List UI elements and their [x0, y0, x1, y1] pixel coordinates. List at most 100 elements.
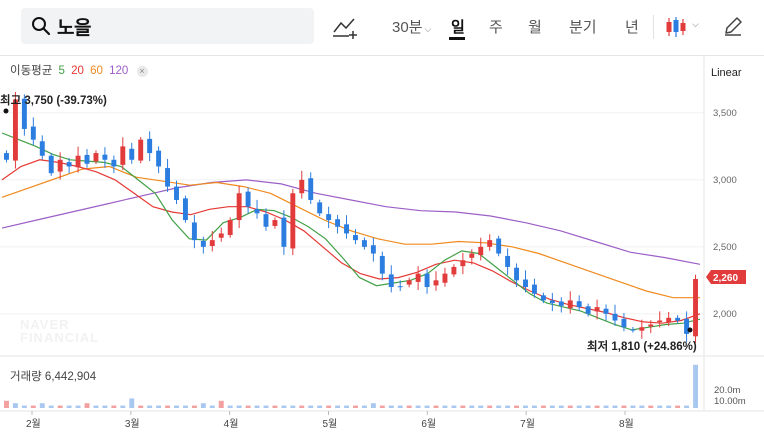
volume-bar [451, 405, 457, 408]
period-30min-label: 30분 [392, 19, 423, 36]
candle-body [630, 329, 636, 331]
volume-bar [209, 405, 215, 408]
volume-bar [263, 405, 269, 408]
period-30min[interactable]: 30분 ⌵ [392, 16, 431, 37]
candle-body [174, 186, 179, 200]
candle-body [585, 306, 591, 314]
volume-bar [30, 405, 36, 408]
volume-bar [147, 405, 153, 408]
price-axis: 3,500 3,000 2,500 2,000 [713, 108, 737, 320]
volume-bar [630, 405, 636, 408]
time-axis: 2월 3월 4월 5월 6월 7월 8월 [26, 411, 634, 430]
month-label: 6월 [421, 418, 436, 430]
volume-bar [245, 405, 251, 408]
pencil-icon[interactable] [722, 15, 744, 37]
volume-bar [156, 405, 162, 408]
volume-bar [120, 405, 126, 408]
candle-body [317, 202, 323, 214]
candle-body [66, 162, 72, 167]
candle-body [469, 253, 475, 258]
volume-bar [111, 405, 117, 408]
candle-body [272, 220, 278, 226]
candle-body [549, 300, 555, 304]
volume-bar [657, 405, 663, 408]
volume-bar [174, 405, 179, 408]
candle-body [675, 317, 681, 321]
volume-bar [594, 405, 600, 408]
volume-bar [218, 400, 224, 408]
current-price-tag: 2,260 [706, 270, 746, 284]
candle-body [442, 273, 448, 283]
volume-bar [567, 405, 573, 408]
candle-body [388, 274, 394, 288]
volume-bar [388, 405, 394, 408]
period-year[interactable]: 년 [625, 16, 639, 37]
candle-body [487, 240, 493, 247]
candle-body [245, 191, 251, 207]
candle-body [639, 327, 645, 331]
volume-bar [505, 405, 511, 408]
volume-bar [576, 405, 582, 408]
price-tick-label: 3,000 [713, 175, 737, 186]
candle-body [4, 153, 9, 160]
candle-body [57, 159, 63, 172]
candle-body [558, 301, 564, 306]
candle-body [621, 318, 627, 328]
high-marker [3, 108, 9, 114]
candle-body [138, 139, 144, 161]
volume-bar [281, 405, 287, 408]
candle-body [576, 301, 582, 308]
indicator-add-icon[interactable] [332, 14, 358, 40]
volume-bar [612, 405, 618, 408]
volume-axis-10m: 10.00m [714, 396, 746, 407]
volume-bar [675, 405, 681, 408]
candle-body [120, 146, 126, 165]
volume-bars [4, 364, 698, 408]
candlestick-icon[interactable] [664, 15, 688, 39]
candle-body [102, 154, 108, 160]
volume-bar [523, 405, 528, 408]
candle-body [612, 313, 618, 321]
high-annotation: 최고 3,750 (-39.73%) [0, 93, 107, 107]
search-box[interactable]: 노을 [21, 8, 314, 44]
chevron-down-icon: ⌵ [424, 24, 432, 34]
ma60-line [1, 165, 700, 299]
volume-bar [442, 405, 448, 408]
volume-bar [478, 405, 484, 408]
candle-body [75, 155, 81, 168]
volume-bar [648, 405, 654, 408]
volume-bar [102, 405, 108, 408]
month-label: 5월 [323, 418, 338, 430]
volume-bar [397, 405, 403, 408]
period-day[interactable]: 일 [451, 16, 465, 37]
candle-body [415, 273, 421, 282]
ma120-line [1, 179, 701, 265]
low-annotation: 최저 1,810 (+24.86%) [587, 339, 697, 353]
candle-body [281, 217, 287, 247]
volume-bar [317, 405, 323, 408]
search-query[interactable]: 노을 [57, 13, 91, 40]
volume-bar [433, 405, 439, 408]
price-chart[interactable]: 3,500 3,000 2,500 2,000 2월 3월 4월 5월 6월 7월 8월 최고 3… [0, 56, 764, 433]
period-month[interactable]: 월 [528, 16, 542, 37]
candle-body [335, 219, 341, 227]
volume-bar [379, 405, 385, 408]
volume-bar [308, 405, 314, 408]
volume-bar [12, 403, 18, 408]
price-tick-label: 3,500 [713, 108, 737, 119]
volume-bar [684, 405, 690, 408]
candle-body [460, 260, 466, 267]
volume-bar [496, 405, 502, 408]
volume-bar [460, 405, 466, 408]
volume-bar [4, 400, 9, 408]
candle-body [406, 280, 412, 285]
candle-body [308, 178, 314, 200]
volume-bar [603, 405, 609, 408]
period-week[interactable]: 주 [489, 16, 503, 37]
volume-bar [129, 398, 135, 408]
period-quarter[interactable]: 분기 [569, 16, 597, 37]
candle-body [433, 280, 439, 286]
chart-type-chevron-icon[interactable]: ⌵ [692, 19, 699, 30]
price-tick-label: 2,000 [713, 309, 737, 320]
volume-bar [415, 405, 421, 408]
